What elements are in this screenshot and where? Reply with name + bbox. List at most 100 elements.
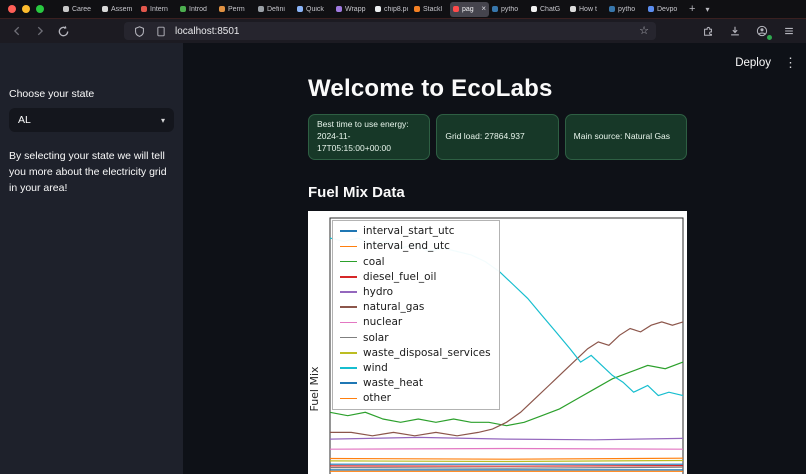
legend-swatch <box>340 367 357 369</box>
browser-tab[interactable]: Caree <box>60 2 99 17</box>
downloads-icon[interactable] <box>727 23 743 39</box>
page-title: Welcome to EcoLabs <box>308 75 553 102</box>
browser-tab[interactable]: Stackl <box>411 2 450 17</box>
tab-title: Intern <box>150 5 168 13</box>
browser-tab[interactable]: How t <box>567 2 606 17</box>
legend-label: coal <box>363 255 385 268</box>
tab-title: Perm <box>228 5 245 13</box>
browser-tab[interactable]: chip8.pdf <box>372 2 411 17</box>
legend-swatch <box>340 397 357 400</box>
extensions-icon[interactable] <box>700 23 716 39</box>
legend-label: hydro <box>363 286 394 299</box>
app-menu-icon[interactable]: ⋮ <box>784 55 797 71</box>
tab-favicon-icon <box>180 6 186 12</box>
legend-entry: natural_gas <box>340 300 491 315</box>
legend-swatch <box>340 351 357 354</box>
forward-icon[interactable] <box>32 23 48 39</box>
shield-icon[interactable] <box>131 23 147 39</box>
tab-title: Stackl <box>423 5 443 13</box>
legend-entry: wind <box>340 360 491 375</box>
tab-favicon-icon <box>219 6 225 12</box>
legend-label: diesel_fuel_oil <box>363 270 437 283</box>
tab-title: chip8.pdf <box>384 5 408 13</box>
browser-tab[interactable]: pytho <box>489 2 528 17</box>
url-bar[interactable]: localhost:8501 ☆ <box>124 22 656 40</box>
tab-title: Devpo <box>657 5 678 13</box>
account-icon[interactable] <box>754 23 772 40</box>
tab-title: Caree <box>72 5 92 13</box>
tab-strip: Caree Assem Intern Introd Perm Defini Quick Wra… <box>0 0 806 19</box>
account-badge <box>767 35 772 40</box>
browser-tab[interactable]: Quick <box>294 2 333 17</box>
browser-tab[interactable]: pag × <box>450 1 489 17</box>
state-select-label: Choose your state <box>9 88 95 100</box>
new-tab-button[interactable]: + <box>684 3 700 15</box>
legend-label: waste_heat <box>363 377 423 390</box>
tab-close-icon[interactable]: × <box>481 5 486 13</box>
page-info-icon[interactable] <box>153 23 169 39</box>
tab-title: Quick <box>306 5 324 13</box>
browser-tab[interactable]: Perm <box>216 2 255 17</box>
tab-favicon-icon <box>141 6 147 12</box>
chart-legend: interval_start_utc interval_end_utccoal di… <box>332 219 500 410</box>
tab-favicon-icon <box>570 6 576 12</box>
tab-favicon-icon <box>336 6 342 12</box>
tab-list-button[interactable]: ▾ <box>700 5 714 14</box>
tab-favicon-icon <box>63 6 69 12</box>
close-window-icon[interactable] <box>8 5 16 13</box>
browser-tab[interactable]: Defini <box>255 2 294 17</box>
legend-label: other <box>363 392 391 405</box>
tab-strip-tabs: Caree Assem Intern Introd Perm Defini Quick Wra… <box>60 0 684 18</box>
legend-label: interval_end_utc <box>363 240 450 253</box>
browser-tab[interactable]: Assem <box>99 2 138 17</box>
tab-title: pag <box>462 5 474 13</box>
legend-swatch <box>340 276 357 278</box>
legend-label: wind <box>363 361 388 374</box>
tab-favicon-icon <box>453 6 459 12</box>
series-line-nuclear <box>329 447 684 450</box>
browser-tab[interactable]: Devpo <box>645 2 684 17</box>
browser-tab[interactable]: Introd <box>177 2 216 17</box>
browser-tab[interactable]: pytho <box>606 2 645 17</box>
legend-entry: interval_start_utc <box>340 224 491 239</box>
legend-entry: nuclear <box>340 315 491 330</box>
tab-title: ChatG <box>540 5 561 13</box>
legend-swatch <box>340 245 357 248</box>
info-box-best-time: Best time to use energy: 2024-11-17T05:1… <box>308 114 431 160</box>
tab-favicon-icon <box>609 6 615 12</box>
state-select-value: AL <box>18 114 31 126</box>
deploy-button[interactable]: Deploy <box>735 57 771 69</box>
legend-entry: interval_end_utc <box>340 239 491 254</box>
streamlit-app: Choose your state AL ▾ By selecting your… <box>0 43 806 474</box>
minimize-window-icon[interactable] <box>22 5 30 13</box>
tab-title: pytho <box>618 5 636 13</box>
zoom-window-icon[interactable] <box>36 5 44 13</box>
browser-tab[interactable]: ChatG <box>528 2 567 17</box>
browser-tab[interactable]: Wrapp <box>333 2 372 17</box>
tab-title: Introd <box>189 5 207 13</box>
legend-label: waste_disposal_services <box>363 346 491 359</box>
info-box-main-source: Main source: Natural Gas <box>564 114 687 160</box>
menu-icon[interactable] <box>781 23 797 39</box>
tab-favicon-icon <box>375 6 381 12</box>
bookmark-star-icon[interactable]: ☆ <box>639 25 649 37</box>
main-area: Deploy ⋮ Welcome to EcoLabs Best time to… <box>183 43 806 474</box>
legend-label: nuclear <box>363 316 403 329</box>
back-icon[interactable] <box>9 23 25 39</box>
sidebar-description: By selecting your state we will tell you… <box>9 150 167 194</box>
legend-label: natural_gas <box>363 301 425 314</box>
legend-entry: waste_heat <box>340 376 491 391</box>
series-line-diesel_fuel_oil <box>329 464 684 467</box>
state-select[interactable]: AL ▾ <box>9 108 174 132</box>
legend-entry: solar <box>340 330 491 345</box>
legend-label: interval_start_utc <box>363 225 455 238</box>
tab-title: Wrapp <box>345 5 366 13</box>
reload-icon[interactable] <box>55 23 71 39</box>
browser-tab[interactable]: Intern <box>138 2 177 17</box>
fuel-mix-chart: Fuel Mix interval_start_utc interval_end_… <box>308 210 687 474</box>
tab-title: How t <box>579 5 597 13</box>
tab-favicon-icon <box>648 6 654 12</box>
tab-title: Defini <box>267 5 285 13</box>
url-text[interactable]: localhost:8501 <box>175 26 240 37</box>
legend-swatch <box>340 306 357 308</box>
